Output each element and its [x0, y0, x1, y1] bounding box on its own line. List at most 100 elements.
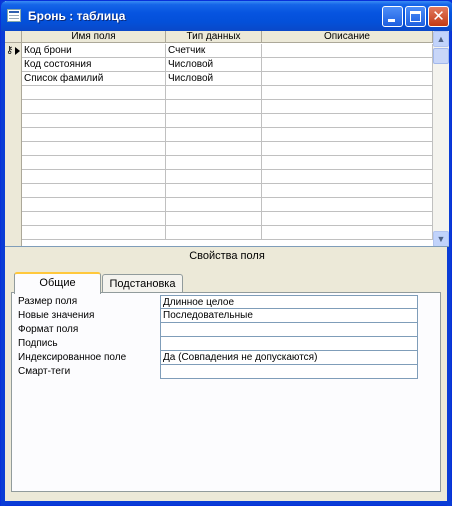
grid-vertical-scrollbar[interactable]: ▲ ▼ [433, 31, 449, 246]
column-header-data-type[interactable]: Тип данных [166, 31, 262, 43]
row-selector[interactable] [5, 184, 22, 198]
table-icon[interactable] [7, 9, 21, 22]
row-selector[interactable] [5, 114, 22, 128]
data-type-cell[interactable] [166, 114, 262, 128]
field-name-cell[interactable] [22, 212, 166, 226]
data-type-cell[interactable] [166, 100, 262, 114]
row-selector[interactable] [5, 142, 22, 156]
row-selector[interactable] [5, 86, 22, 100]
data-type-cell[interactable] [166, 198, 262, 212]
scroll-down-button[interactable]: ▼ [433, 231, 449, 246]
description-cell[interactable] [262, 58, 433, 72]
property-label: Размер поля [18, 296, 78, 307]
tab-lookup[interactable]: Подстановка [102, 274, 183, 293]
field-name-cell[interactable] [22, 170, 166, 184]
empty-table-row[interactable] [5, 198, 433, 212]
property-value-field[interactable]: Да (Совпадения не допускаются) [160, 351, 418, 365]
row-selector[interactable] [5, 128, 22, 142]
property-label: Формат поля [18, 324, 79, 335]
empty-table-row[interactable] [5, 114, 433, 128]
field-name-cell[interactable] [22, 100, 166, 114]
description-cell[interactable] [262, 226, 433, 240]
description-cell[interactable] [262, 114, 433, 128]
description-cell[interactable] [262, 72, 433, 86]
row-selector[interactable] [5, 58, 22, 72]
description-cell[interactable] [262, 128, 433, 142]
tab-general[interactable]: Общие [14, 272, 101, 294]
row-selector[interactable] [5, 72, 22, 86]
field-name-cell[interactable] [22, 198, 166, 212]
data-type-cell[interactable]: Числовой [166, 72, 262, 86]
empty-table-row[interactable] [5, 86, 433, 100]
property-row: Индексированное поле Да (Совпадения не до… [12, 351, 418, 365]
empty-table-row[interactable] [5, 184, 433, 198]
row-selector[interactable] [5, 212, 22, 226]
description-cell[interactable] [262, 44, 433, 58]
row-selector[interactable] [5, 156, 22, 170]
scroll-up-button[interactable]: ▲ [433, 31, 449, 47]
current-row-arrow-icon [15, 47, 20, 55]
description-cell[interactable] [262, 212, 433, 226]
column-header-field-name[interactable]: Имя поля [22, 31, 166, 43]
empty-table-row[interactable] [5, 170, 433, 184]
row-selector[interactable]: ⚷ [5, 44, 22, 58]
data-type-cell[interactable] [166, 128, 262, 142]
empty-table-row[interactable] [5, 142, 433, 156]
row-selector[interactable] [5, 100, 22, 114]
row-selector[interactable] [5, 170, 22, 184]
table-row[interactable]: Список фамилий Числовой [5, 72, 433, 86]
minimize-button[interactable] [382, 6, 403, 27]
field-name-cell[interactable] [22, 128, 166, 142]
description-cell[interactable] [262, 86, 433, 100]
field-name-cell[interactable] [22, 142, 166, 156]
field-name-cell[interactable] [22, 156, 166, 170]
description-cell[interactable] [262, 142, 433, 156]
property-value-field[interactable]: Длинное целое [160, 295, 418, 309]
field-name-cell[interactable] [22, 184, 166, 198]
data-type-cell[interactable]: Счетчик [166, 44, 262, 58]
empty-table-row[interactable] [5, 156, 433, 170]
scroll-thumb[interactable] [433, 48, 449, 64]
header-corner[interactable] [5, 31, 22, 43]
empty-table-row[interactable] [5, 100, 433, 114]
data-type-cell[interactable] [166, 170, 262, 184]
table-row[interactable]: Код состояния Числовой [5, 58, 433, 72]
property-value-field[interactable]: Последовательные [160, 309, 418, 323]
data-type-cell[interactable]: Числовой [166, 58, 262, 72]
field-name-cell[interactable]: Список фамилий [22, 72, 166, 86]
empty-table-row[interactable] [5, 128, 433, 142]
description-cell[interactable] [262, 156, 433, 170]
data-type-cell[interactable] [166, 184, 262, 198]
field-name-cell[interactable] [22, 86, 166, 100]
property-value-field[interactable] [160, 365, 418, 379]
close-button[interactable]: ✕ [428, 6, 449, 27]
data-type-cell[interactable] [166, 156, 262, 170]
property-label: Новые значения [18, 310, 95, 321]
table-design-window: Бронь : таблица ✕ Имя поля Тип данных Оп… [0, 0, 452, 506]
empty-table-row[interactable] [5, 212, 433, 226]
maximize-button[interactable] [405, 6, 426, 27]
description-cell[interactable] [262, 184, 433, 198]
property-value-field[interactable] [160, 337, 418, 351]
property-value-field[interactable] [160, 323, 418, 337]
description-cell[interactable] [262, 170, 433, 184]
field-name-cell[interactable] [22, 226, 166, 240]
table-row[interactable]: ⚷ Код брони Счетчик [5, 44, 433, 58]
description-cell[interactable] [262, 198, 433, 212]
field-name-cell[interactable]: Код брони [22, 44, 166, 58]
data-type-cell[interactable] [166, 226, 262, 240]
row-selector[interactable] [5, 226, 22, 240]
title-bar[interactable]: Бронь : таблица ✕ [1, 1, 452, 31]
empty-table-row[interactable] [5, 226, 433, 240]
data-type-cell[interactable] [166, 142, 262, 156]
property-label: Индексированное поле [18, 352, 127, 363]
field-name-cell[interactable] [22, 114, 166, 128]
description-cell[interactable] [262, 100, 433, 114]
column-header-description[interactable]: Описание [262, 31, 433, 43]
data-type-cell[interactable] [166, 86, 262, 100]
window-title: Бронь : таблица [28, 9, 126, 23]
field-name-cell[interactable]: Код состояния [22, 58, 166, 72]
row-selector[interactable] [5, 198, 22, 212]
data-type-cell[interactable] [166, 212, 262, 226]
close-icon: ✕ [432, 8, 445, 25]
